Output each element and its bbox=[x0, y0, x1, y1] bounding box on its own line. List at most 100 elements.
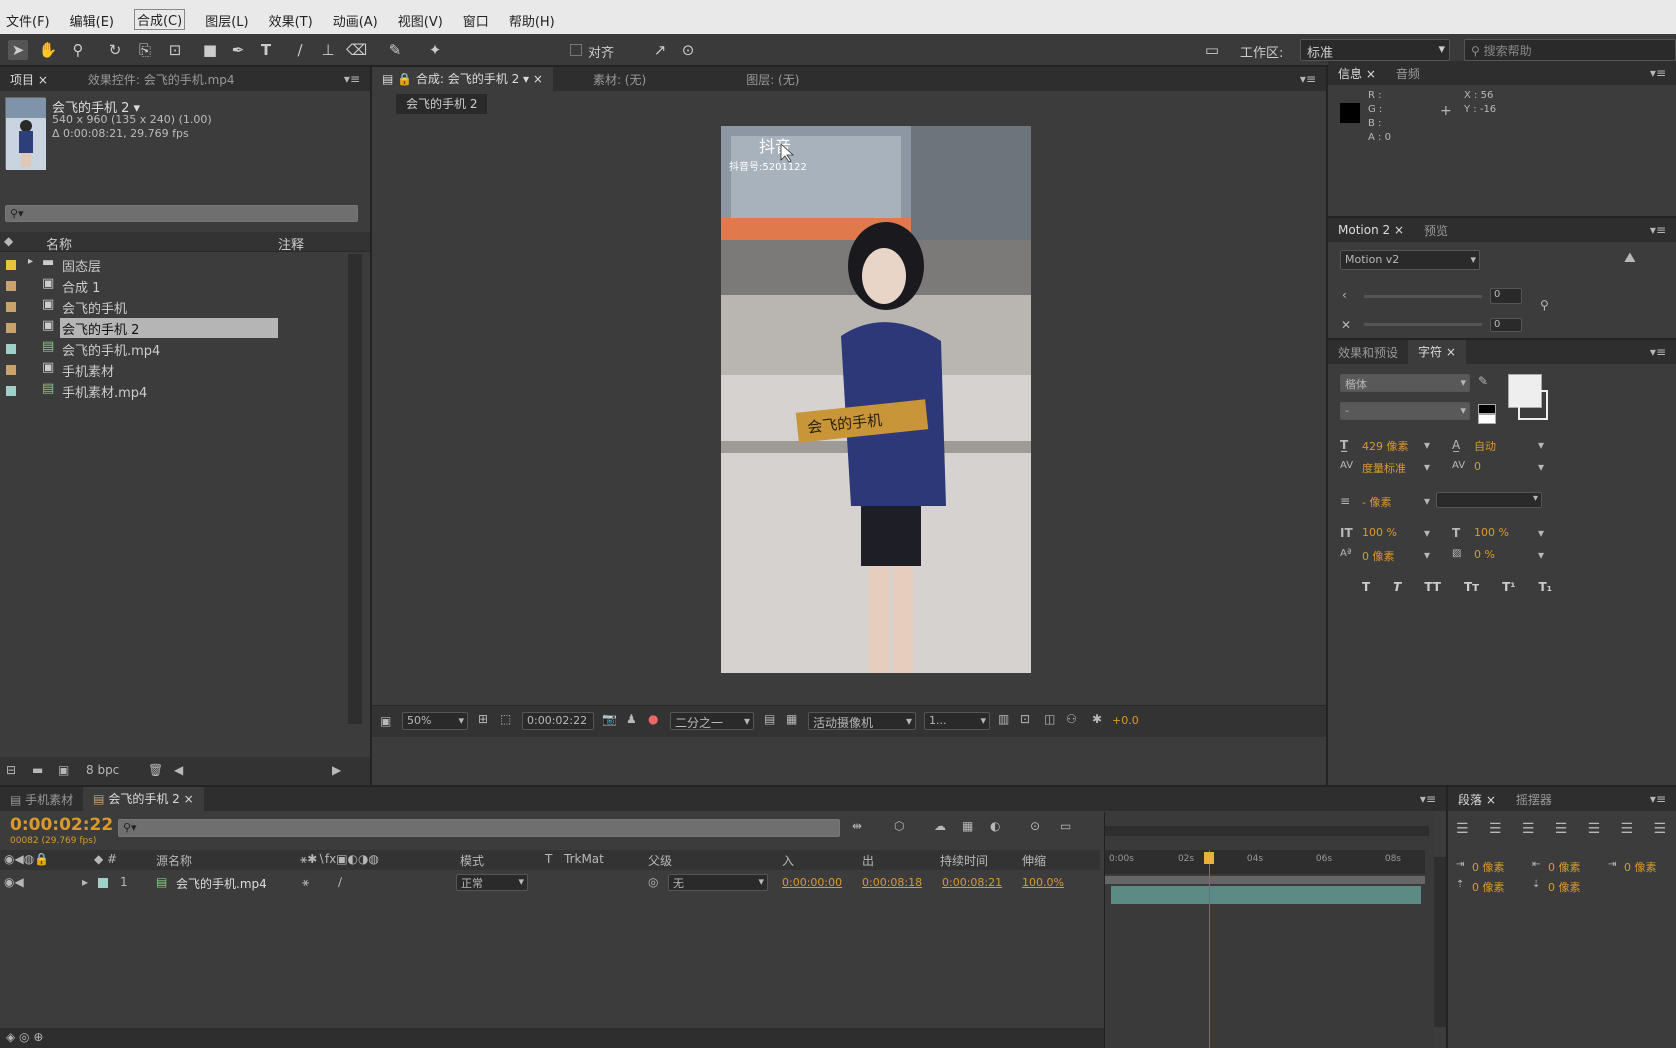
pen-tool-icon[interactable]: ✒ bbox=[228, 40, 248, 60]
playhead-handle[interactable] bbox=[1204, 852, 1215, 864]
panel-menu-icon[interactable]: ▾≡ bbox=[1650, 345, 1666, 359]
motion-version-dropdown[interactable]: Motion v2 ▾ bbox=[1340, 250, 1480, 270]
align-right-icon[interactable]: ☰ bbox=[1522, 821, 1535, 837]
leading-value[interactable]: 自动 bbox=[1474, 438, 1496, 454]
faux-italic-button[interactable]: T bbox=[1393, 580, 1401, 594]
menu-file[interactable]: 文件(F) bbox=[6, 11, 50, 30]
scroll-left-icon[interactable]: ◀ bbox=[174, 763, 183, 777]
vertical-scale-value[interactable]: 100 % bbox=[1362, 526, 1397, 539]
project-item[interactable]: ▸ ▬ 固态层 bbox=[0, 254, 370, 276]
superscript-button[interactable]: T¹ bbox=[1502, 580, 1515, 594]
tab-motion[interactable]: Motion 2 × bbox=[1328, 223, 1414, 237]
label-color-swatch[interactable] bbox=[6, 386, 16, 396]
puppet-pin-tool-icon[interactable]: ✦ bbox=[425, 40, 445, 60]
axis-icon[interactable]: ↗ bbox=[650, 40, 670, 60]
timeline-layer-row[interactable]: ◉◀ ▸ 1 ▤ 会飞的手机.mp4 ⚹ ∕ 正常 ▾ ◎ 无 ▾ 0:00:00:… bbox=[0, 872, 1100, 894]
stroke-style-dropdown[interactable]: ▾ bbox=[1436, 492, 1542, 508]
menu-effect[interactable]: 效果(T) bbox=[269, 11, 313, 30]
timeline-search-input[interactable]: ⚲▾ bbox=[118, 819, 840, 837]
tab-wiggler[interactable]: 摇摆器 bbox=[1506, 791, 1562, 808]
comp-flowchart-tab[interactable]: 会飞的手机 2 bbox=[396, 94, 488, 114]
toggle-pixel-aspect-icon[interactable]: ▥ bbox=[998, 712, 1009, 726]
justify-all-icon[interactable]: ☰ bbox=[1653, 821, 1666, 837]
workspace-dropdown[interactable]: 标准 ▾ bbox=[1300, 39, 1450, 61]
quality-switch-icon[interactable]: ∕ bbox=[338, 875, 342, 889]
label-color-swatch[interactable] bbox=[6, 344, 16, 354]
justify-right-icon[interactable]: ☰ bbox=[1621, 821, 1634, 837]
view-layout-dropdown[interactable]: 1... ▾ bbox=[924, 712, 990, 730]
comp-mini-flowchart-icon[interactable]: ⇹ bbox=[852, 819, 862, 833]
project-item[interactable]: ▤ 手机素材.mp4 bbox=[0, 380, 370, 402]
playhead[interactable] bbox=[1209, 850, 1211, 1048]
col-comment[interactable]: 注释 bbox=[278, 234, 304, 253]
tab-info[interactable]: 信息 × bbox=[1328, 65, 1386, 82]
comp-viewer[interactable]: 会飞的手机 抖音 抖音号:5201122 bbox=[721, 126, 1031, 673]
col-mode[interactable]: 模式 bbox=[460, 852, 484, 869]
show-snapshot-icon[interactable]: ♟ bbox=[626, 712, 637, 726]
zoom-tool-icon[interactable]: ⚲ bbox=[68, 40, 88, 60]
layer-out-point[interactable]: 0:00:08:18 bbox=[862, 876, 922, 889]
visibility-eye-icon[interactable]: ◉◀ bbox=[4, 875, 24, 889]
panel-menu-icon[interactable]: ▾≡ bbox=[1420, 792, 1436, 806]
project-item[interactable]: ▣ 会飞的手机 2 bbox=[0, 317, 370, 339]
eyedropper-icon[interactable]: ✎ bbox=[1478, 374, 1488, 388]
col-duration[interactable]: 持续时间 bbox=[940, 852, 988, 869]
panel-menu-icon[interactable]: ▾≡ bbox=[1650, 792, 1666, 806]
tab-footage[interactable]: 素材: (无) bbox=[583, 71, 656, 88]
horizontal-scale-value[interactable]: 100 % bbox=[1474, 526, 1509, 539]
align-center-icon[interactable]: ☰ bbox=[1489, 821, 1502, 837]
tab-project[interactable]: 项目 × bbox=[0, 71, 58, 88]
col-parent[interactable]: 父级 bbox=[648, 852, 672, 869]
camera-tool-icon[interactable]: ⎘ bbox=[135, 40, 155, 60]
timeline-scrollbar[interactable] bbox=[1434, 857, 1446, 1027]
space-before-value[interactable]: 0 像素 bbox=[1472, 879, 1505, 895]
panel-menu-icon[interactable]: ▾≡ bbox=[344, 72, 360, 86]
black-swatch[interactable] bbox=[1478, 404, 1496, 414]
label-color-swatch[interactable] bbox=[6, 302, 16, 312]
expand-arrow-icon[interactable]: ▸ bbox=[28, 256, 33, 267]
panel-menu-icon[interactable]: ▾≡ bbox=[1650, 66, 1666, 80]
chevron-down-icon[interactable]: ▾ bbox=[1424, 438, 1430, 452]
all-caps-button[interactable]: TT bbox=[1424, 580, 1441, 594]
layer-duration[interactable]: 0:00:08:21 bbox=[942, 876, 1002, 889]
indent-first-value[interactable]: 0 像素 bbox=[1624, 859, 1657, 875]
font-size-value[interactable]: 429 像素 bbox=[1362, 438, 1409, 454]
bit-depth[interactable]: 8 bpc bbox=[86, 763, 119, 777]
color-channels-icon[interactable]: ● bbox=[648, 712, 658, 726]
col-trkmat[interactable]: TrkMat bbox=[564, 852, 604, 866]
project-item[interactable]: ▣ 手机素材 bbox=[0, 359, 370, 381]
expand-arrow-icon[interactable]: ▸ bbox=[82, 875, 88, 889]
time-ruler[interactable]: 0:00s 02s 04s 06s 08s bbox=[1105, 850, 1425, 874]
col-source-name[interactable]: 源名称 bbox=[156, 852, 192, 869]
align-checkbox[interactable] bbox=[570, 44, 582, 56]
help-search-input[interactable]: ⚲ 搜索帮助 bbox=[1464, 39, 1676, 61]
panel-menu-icon[interactable]: ▾≡ bbox=[1650, 223, 1666, 237]
fast-draft-icon[interactable]: ⊡ bbox=[1020, 712, 1030, 726]
motion-blur-icon[interactable]: ◐ bbox=[990, 819, 1000, 833]
menu-window[interactable]: 窗口 bbox=[463, 11, 489, 30]
rectangle-tool-icon[interactable]: ■ bbox=[200, 40, 220, 60]
transparency-grid-icon[interactable]: ▦ bbox=[786, 712, 797, 726]
eraser-tool-icon[interactable]: ⌫ bbox=[346, 40, 367, 60]
project-item[interactable]: ▣ 会飞的手机 bbox=[0, 296, 370, 318]
chevron-down-icon[interactable]: ▾ bbox=[1538, 526, 1544, 540]
timeline-link-icon[interactable]: ◫ bbox=[1044, 712, 1055, 726]
project-scrollbar[interactable] bbox=[348, 254, 362, 724]
trash-icon[interactable]: 🗑 bbox=[148, 763, 163, 777]
layer-label-swatch[interactable] bbox=[98, 878, 108, 888]
motion-slider-1[interactable] bbox=[1364, 295, 1482, 298]
resolution-dropdown[interactable]: 二分之一 ▾ bbox=[670, 712, 754, 730]
indent-left-value[interactable]: 0 像素 bbox=[1472, 859, 1505, 875]
layer-duration-bar[interactable] bbox=[1111, 886, 1421, 904]
fast-preview-icon[interactable]: ▤ bbox=[764, 712, 775, 726]
col-t[interactable]: T bbox=[545, 852, 552, 866]
exposure-reset-icon[interactable]: ✱ bbox=[1092, 712, 1102, 726]
motion-value-2[interactable]: 0 bbox=[1490, 318, 1522, 332]
brainstorm-icon[interactable]: ▭ bbox=[1060, 819, 1071, 833]
menu-help[interactable]: 帮助(H) bbox=[509, 11, 555, 30]
new-comp-icon[interactable]: ▣ bbox=[58, 763, 69, 777]
tracking-value[interactable]: 0 bbox=[1474, 460, 1481, 473]
region-of-interest-icon[interactable]: ⬚ bbox=[500, 712, 511, 726]
col-stretch[interactable]: 伸缩 bbox=[1022, 852, 1046, 869]
stroke-width-value[interactable]: - 像素 bbox=[1362, 494, 1391, 510]
